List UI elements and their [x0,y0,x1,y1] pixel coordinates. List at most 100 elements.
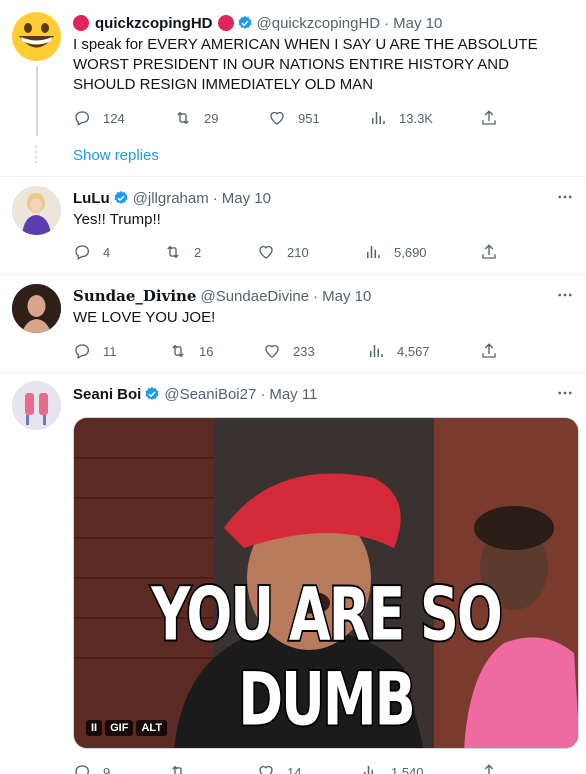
share-icon [484,764,494,774]
reply-count: 11 [103,343,117,359]
share-icon [482,244,496,259]
tweet-actions: 4 2 210 5,690 [73,242,503,262]
tweet-header: Sundae_Divine @SundaeDivine · May 10 [73,286,371,306]
tweet-sundae-divine[interactable]: Sundae_Divine @SundaeDivine · May 10 WE … [0,275,586,372]
views-count: 13.3K [399,110,433,126]
retweet-icon [172,344,184,358]
views-count: 5,690 [394,244,427,260]
views-count: 1,540 [391,764,424,774]
tweet-date[interactable]: May 11 [269,386,317,403]
separator-dot: · [313,287,319,305]
person-photo-icon [12,284,61,333]
user-handle[interactable]: @jllgraham [133,190,209,207]
heart-icon [259,245,273,259]
tweet-actions: 11 16 233 4,567 [73,341,503,361]
user-handle[interactable]: @SeaniBoi27 [164,386,256,403]
like-button[interactable]: 233 [263,341,315,361]
reply-button[interactable]: 9 [73,762,110,774]
avatar[interactable] [12,12,61,61]
avatar[interactable] [12,284,61,333]
avatar[interactable] [12,381,61,430]
reply-count: 124 [103,110,125,126]
share-button[interactable] [480,108,498,128]
separator-dot: · [260,385,266,403]
reply-count: 9 [103,764,111,774]
views-count: 4,567 [397,343,430,359]
red-circle-icon [217,15,234,31]
gif-media[interactable]: YOU ARE SO DUMB II GIF ALT [73,417,579,749]
like-count: 233 [293,343,315,359]
views-button[interactable]: 13.3K [369,108,433,128]
tweet-text: WE LOVE YOU JOE! [73,309,216,326]
gif-caption: YOU ARE SO DUMB [150,570,505,744]
views-button[interactable]: 5,690 [364,242,427,262]
tweet-date[interactable]: May 10 [393,15,442,32]
tweet-header: quickzcopingHD @quickzcopingHD · May 10 [73,13,442,33]
like-button[interactable]: 14 [257,762,301,774]
views-button[interactable]: 1,540 [361,762,424,774]
share-icon [482,343,496,358]
share-button[interactable] [480,341,498,361]
display-name[interactable]: quickzcopingHD [95,15,213,32]
user-handle[interactable]: @quickzcopingHD [257,15,381,32]
reply-icon [75,344,90,359]
retweet-button[interactable]: 16 [169,341,213,361]
retweet-icon [177,111,189,125]
reply-icon [75,765,90,774]
like-button[interactable]: 210 [257,242,309,262]
verified-badge-icon [238,16,251,29]
tweet-lulu[interactable]: LuLu @jllgraham · May 10 Yes!! Trump!! 4… [0,177,586,274]
display-name[interactable]: Seani Boi [73,386,141,403]
thread-dots [35,146,37,166]
pause-button[interactable]: II [86,720,103,736]
retweet-button[interactable]: 2 [164,242,201,262]
retweet-icon [167,245,179,259]
user-handle[interactable]: @SundaeDivine [200,288,309,305]
reply-button[interactable]: 4 [73,242,110,262]
views-bar-icon [370,345,383,357]
share-icon [482,110,496,125]
views-bar-icon [364,766,373,774]
tweet-date[interactable]: May 10 [322,288,371,305]
retweet-button[interactable] [169,762,199,774]
tweet-date[interactable]: May 10 [222,190,271,207]
people-photo-icon [12,381,61,430]
like-count: 14 [287,764,302,774]
verified-badge-icon [145,387,159,400]
reply-button[interactable]: 124 [73,108,125,128]
gif-badge: GIF [105,720,134,736]
person-photo-icon [12,186,61,235]
share-button[interactable] [480,762,498,774]
retweet-icon [172,765,182,774]
thread-line [36,66,38,136]
tweet-quickzcopinghd[interactable]: quickzcopingHD @quickzcopingHD · May 10 … [0,0,586,178]
heart-icon [265,344,279,358]
views-bar-icon [367,246,380,258]
retweet-button[interactable]: 29 [174,108,218,128]
reply-icon [75,111,90,126]
share-button[interactable] [480,242,498,262]
reply-button[interactable]: 11 [73,341,117,361]
like-button[interactable]: 951 [268,108,320,128]
red-circle-icon [73,15,89,31]
more-options-icon[interactable] [556,384,574,402]
heart-icon [270,111,284,125]
separator-dot: · [384,14,390,32]
alt-badge[interactable]: ALT [136,720,168,736]
like-count: 210 [287,244,309,260]
display-name[interactable]: LuLu [73,190,110,207]
heart-icon [259,765,273,774]
views-button[interactable]: 4,567 [367,341,430,361]
show-replies-link[interactable]: Show replies [73,147,159,164]
tweet-header: LuLu @jllgraham · May 10 [73,188,271,208]
reply-count: 4 [103,244,111,260]
tweet-text: I speak for EVERY AMERICAN WHEN I SAY U … [73,36,538,93]
gif-badges: II GIF ALT [86,720,168,736]
tweet-actions: 9 14 1,540 [73,762,503,774]
verified-badge-icon [114,191,128,204]
retweet-count: 2 [194,244,202,260]
more-options-icon[interactable] [556,188,574,206]
display-name[interactable]: Sundae_Divine [73,287,196,305]
more-options-icon[interactable] [556,286,574,304]
avatar[interactable] [12,186,61,235]
